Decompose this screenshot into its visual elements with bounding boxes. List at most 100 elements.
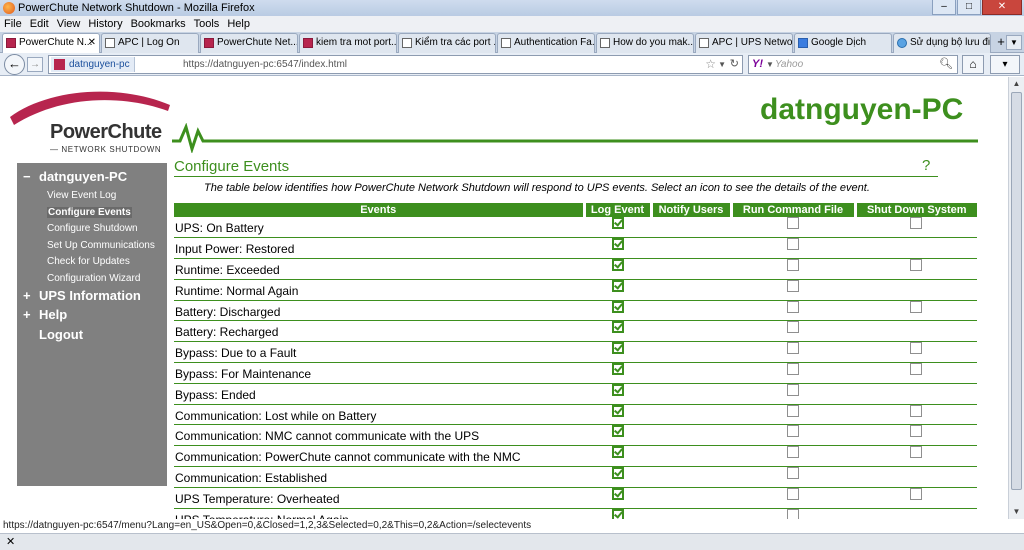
sidebar-item-host[interactable]: − datnguyen-PC (23, 169, 127, 184)
shut-down-system-cell (855, 362, 977, 384)
search-engine-dropdown-icon[interactable]: ▼ (766, 56, 774, 73)
unchecked-checkbox-icon[interactable] (787, 446, 799, 459)
reload-icon[interactable]: ↻ (730, 56, 739, 73)
scroll-down-icon[interactable]: ▼ (1009, 505, 1024, 519)
unchecked-checkbox-icon[interactable] (787, 508, 799, 519)
sidebar-subitem[interactable]: Configure Events (47, 206, 132, 218)
unchecked-checkbox-icon[interactable] (910, 363, 922, 376)
unchecked-checkbox-icon[interactable] (910, 425, 922, 438)
sidebar-item-help[interactable]: + Help (23, 307, 67, 322)
unchecked-checkbox-icon[interactable] (787, 217, 799, 229)
checked-checkbox-icon[interactable] (611, 363, 624, 376)
unchecked-checkbox-icon[interactable] (787, 467, 799, 480)
sidebar-item-logout[interactable]: Logout (39, 327, 83, 342)
expand-plus-icon[interactable]: + (23, 307, 39, 322)
scroll-up-icon[interactable]: ▲ (1009, 77, 1024, 91)
sidebar-subitem[interactable]: Configuration Wizard (47, 273, 140, 284)
unchecked-checkbox-icon[interactable] (787, 425, 799, 438)
checked-checkbox-icon[interactable] (611, 300, 624, 313)
unchecked-checkbox-icon[interactable] (910, 217, 922, 229)
home-button[interactable]: ⌂ (962, 55, 984, 74)
yahoo-engine-icon[interactable]: Y! (752, 56, 763, 73)
help-link[interactable]: ? (922, 157, 930, 174)
tab-list-button[interactable]: ▼ (1006, 35, 1022, 50)
unchecked-checkbox-icon[interactable] (787, 300, 799, 313)
checked-checkbox-icon[interactable] (611, 342, 624, 355)
bookmark-star-icon[interactable]: ☆ (705, 56, 716, 73)
back-button[interactable]: ← (4, 54, 25, 75)
close-tab-icon[interactable]: ✕ (88, 34, 96, 52)
unchecked-checkbox-icon[interactable] (787, 279, 799, 292)
site-identity-button[interactable]: datnguyen-pc (51, 57, 135, 72)
unchecked-checkbox-icon[interactable] (787, 342, 799, 355)
event-name: Communication: PowerChute cannot communi… (174, 445, 584, 468)
notify-users-cell (651, 445, 731, 468)
checked-checkbox-icon[interactable] (611, 217, 624, 229)
checked-checkbox-icon[interactable] (611, 487, 624, 500)
unchecked-checkbox-icon[interactable] (910, 259, 922, 272)
unchecked-checkbox-icon[interactable] (787, 259, 799, 272)
expand-plus-icon[interactable]: + (23, 288, 39, 303)
checked-checkbox-icon[interactable] (611, 446, 624, 459)
browser-tab[interactable]: kiem tra mot port... (299, 33, 397, 53)
url-text[interactable]: https://datnguyen-pc:6547/index.html (183, 56, 347, 73)
menu-help[interactable]: Help (227, 16, 250, 32)
sidebar-subitem[interactable]: Set Up Communications (47, 240, 155, 251)
minimize-button[interactable]: – (932, 0, 956, 15)
sidebar-subitem[interactable]: Check for Updates (47, 256, 130, 267)
search-icon[interactable]: 🔍︎ (939, 56, 953, 73)
url-dropdown-icon[interactable]: ▼ (718, 56, 726, 73)
menu-history[interactable]: History (88, 16, 122, 32)
browser-tab[interactable]: Google Dịch (794, 33, 892, 53)
menu-bookmarks[interactable]: Bookmarks (131, 16, 186, 32)
browser-tab[interactable]: Kiểm tra các port ... (398, 33, 496, 53)
search-bar[interactable]: Y! ▼ Yahoo 🔍︎ (748, 55, 958, 74)
close-window-button[interactable]: ✕ (982, 0, 1022, 15)
unchecked-checkbox-icon[interactable] (787, 363, 799, 376)
unchecked-checkbox-icon[interactable] (787, 238, 799, 251)
log-event-cell (584, 341, 651, 364)
checked-checkbox-icon[interactable] (611, 404, 624, 417)
browser-tab[interactable]: APC | UPS Networ... (695, 33, 793, 53)
sidebar-subitem[interactable]: Configure Shutdown (47, 223, 138, 234)
addon-menu-button[interactable]: ▾ (990, 55, 1020, 74)
unchecked-checkbox-icon[interactable] (910, 487, 922, 500)
browser-tab[interactable]: Sử dụng bộ lưu đi... (893, 33, 991, 53)
checked-checkbox-icon[interactable] (611, 238, 624, 251)
checked-checkbox-icon[interactable] (611, 425, 624, 438)
browser-tab[interactable]: PowerChute N... ✕ (2, 33, 100, 53)
vertical-scrollbar[interactable]: ▲ ▼ (1008, 77, 1024, 519)
unchecked-checkbox-icon[interactable] (787, 383, 799, 396)
close-addon-bar-icon[interactable]: ✕ (6, 536, 15, 548)
checked-checkbox-icon[interactable] (611, 259, 624, 272)
unchecked-checkbox-icon[interactable] (910, 300, 922, 313)
collapse-minus-icon[interactable]: − (23, 169, 39, 184)
sidebar-subitem[interactable]: View Event Log (47, 190, 116, 201)
unchecked-checkbox-icon[interactable] (910, 342, 922, 355)
run-command-file-cell (731, 258, 855, 280)
scrollbar-thumb[interactable] (1011, 92, 1022, 490)
browser-tab[interactable]: Authentication Fa... (497, 33, 595, 53)
unchecked-checkbox-icon[interactable] (787, 404, 799, 417)
menu-edit[interactable]: Edit (30, 16, 49, 32)
unchecked-checkbox-icon[interactable] (910, 404, 922, 417)
menu-tools[interactable]: Tools (194, 16, 220, 32)
checked-checkbox-icon[interactable] (611, 383, 624, 396)
url-bar[interactable]: datnguyen-pc https://datnguyen-pc:6547/i… (48, 55, 743, 74)
checked-checkbox-icon[interactable] (611, 279, 624, 292)
forward-button[interactable]: → (27, 57, 43, 72)
sidebar-item-ups-information[interactable]: + UPS Information (23, 288, 141, 303)
browser-tab[interactable]: How do you mak... (596, 33, 694, 53)
browser-tab[interactable]: APC | Log On (101, 33, 199, 53)
checked-checkbox-icon[interactable] (611, 508, 624, 519)
checked-checkbox-icon[interactable] (611, 321, 624, 334)
unchecked-checkbox-icon[interactable] (787, 321, 799, 334)
addon-bar: ✕ (0, 533, 1024, 550)
unchecked-checkbox-icon[interactable] (910, 446, 922, 459)
maximize-button[interactable]: □ (957, 0, 981, 15)
browser-tab[interactable]: PowerChute Net... (200, 33, 298, 53)
menu-view[interactable]: View (57, 16, 81, 32)
menu-file[interactable]: File (4, 16, 22, 32)
checked-checkbox-icon[interactable] (611, 467, 624, 480)
unchecked-checkbox-icon[interactable] (787, 487, 799, 500)
